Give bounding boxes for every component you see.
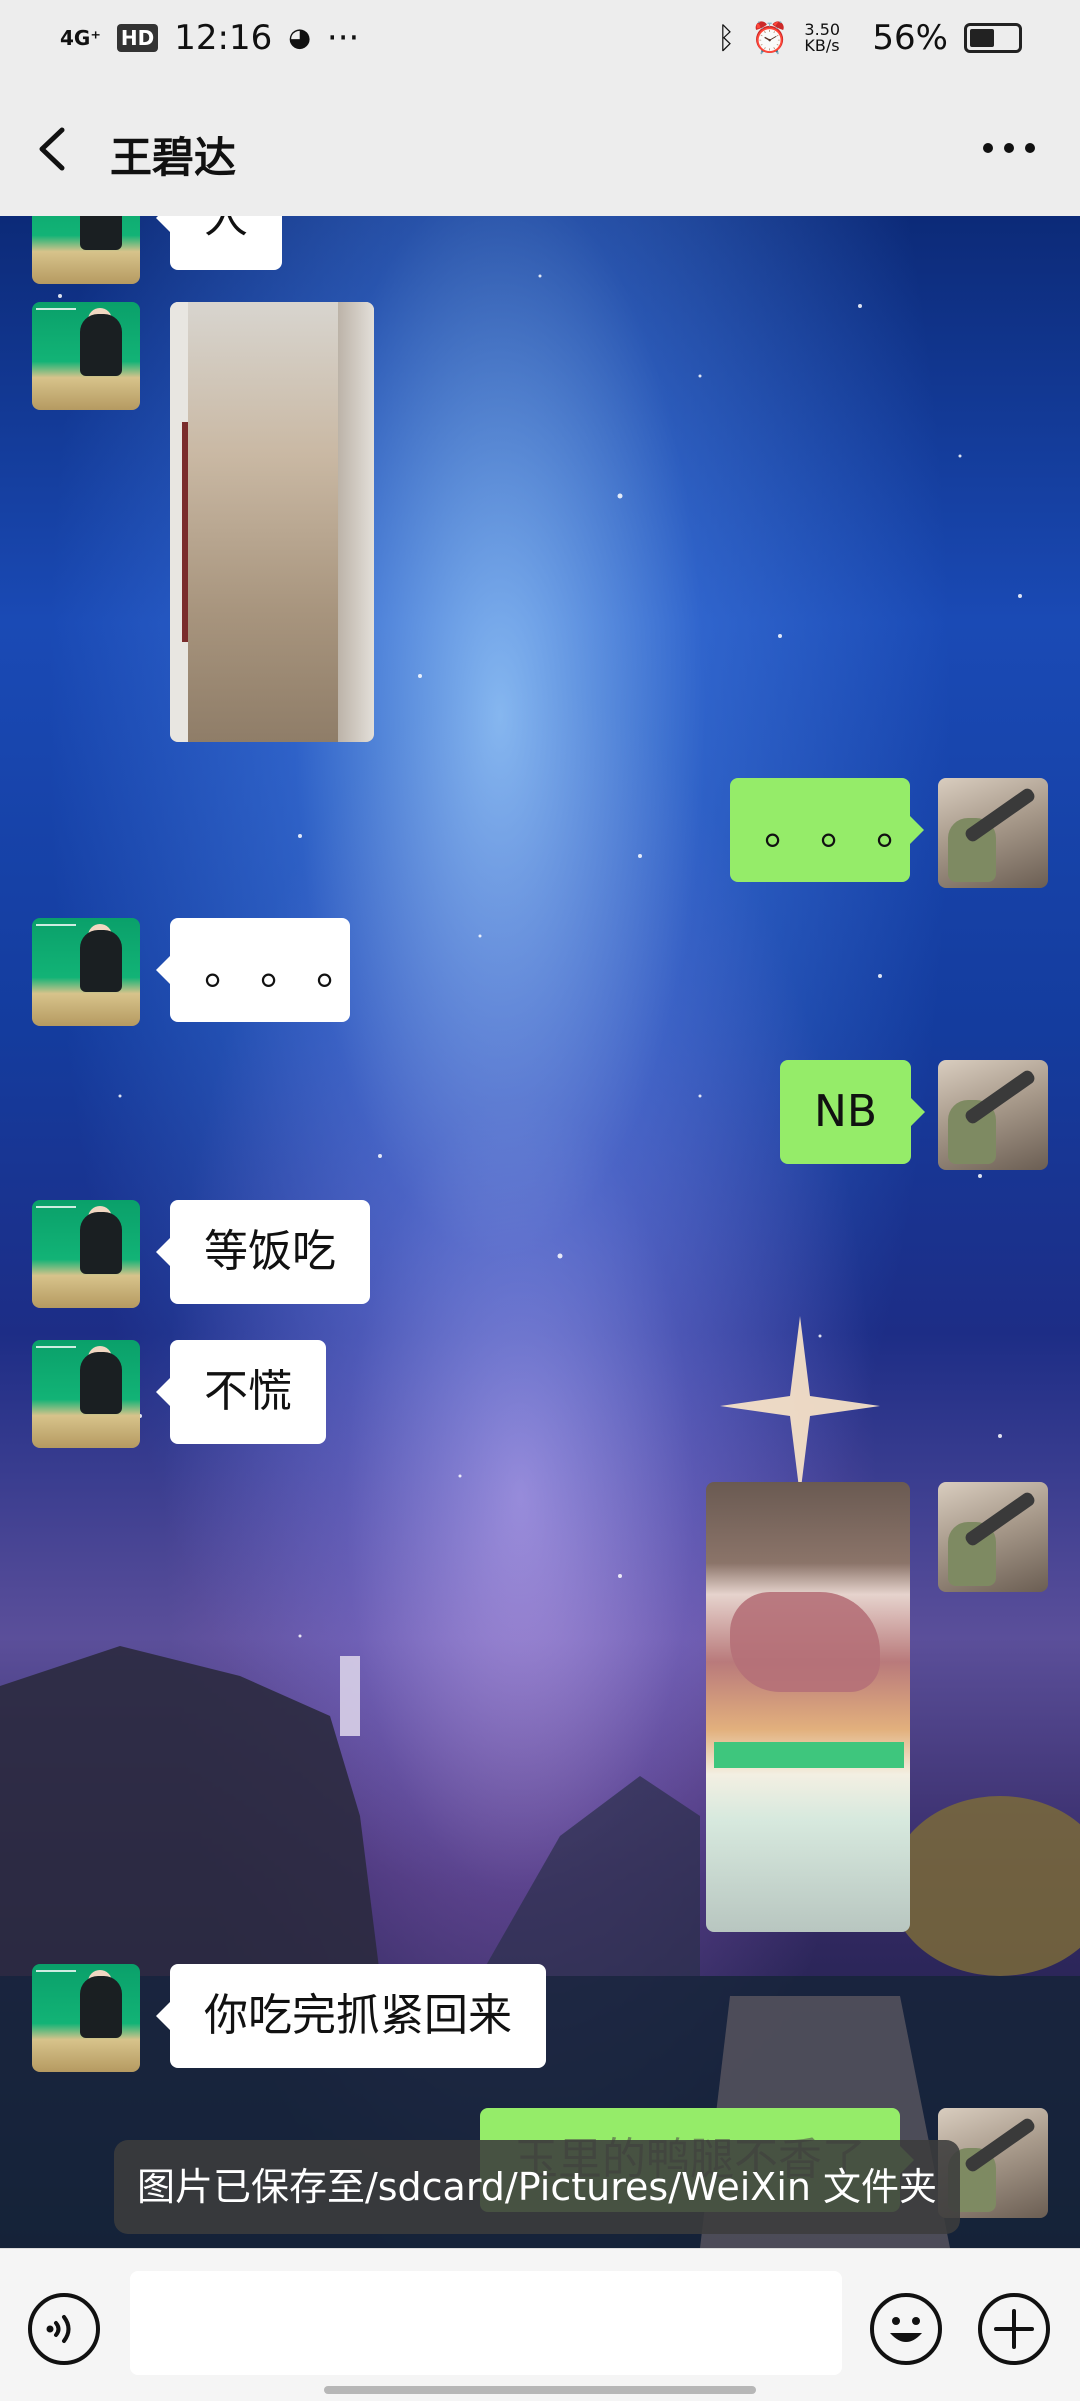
message-bubble-incoming[interactable]: 不慌 <box>156 1340 326 1444</box>
contact-avatar[interactable] <box>32 1964 140 2072</box>
my-avatar[interactable] <box>938 778 1048 888</box>
network-indicator: 4G⁺ <box>60 26 101 50</box>
battery-icon <box>964 23 1022 53</box>
my-avatar[interactable] <box>938 1482 1048 1592</box>
back-chevron-icon[interactable] <box>30 124 80 174</box>
voice-input-icon[interactable] <box>28 2293 100 2365</box>
net-speed: 3.50 KB/s <box>804 20 841 55</box>
message-bubble-incoming[interactable]: 。。。 <box>156 918 360 1022</box>
contact-avatar[interactable] <box>32 1200 140 1308</box>
plus-icon[interactable] <box>978 2293 1050 2365</box>
more-dots-icon[interactable] <box>974 128 1044 168</box>
status-bar: 4G⁺ HD 12:16 ◕ ··· ᛒ ⏰ 3.50 KB/s 56% <box>0 0 1080 86</box>
home-indicator[interactable] <box>324 2386 756 2394</box>
contact-avatar[interactable] <box>32 918 140 1026</box>
alarm-icon: ⏰ <box>751 20 789 56</box>
emoji-icon[interactable] <box>870 2293 942 2365</box>
contact-avatar[interactable] <box>32 216 140 284</box>
message-bubble-incoming[interactable]: 人 <box>156 216 282 270</box>
battery-percent: 56% <box>872 18 948 58</box>
chat-header: 王碧达 <box>0 86 1080 217</box>
my-avatar[interactable] <box>938 1060 1048 1170</box>
contact-avatar[interactable] <box>32 1340 140 1448</box>
message-bubble-incoming[interactable]: 你吃完抓紧回来 <box>156 1964 546 2068</box>
save-toast: 图片已保存至/sdcard/Pictures/WeiXin 文件夹 <box>114 2140 960 2234</box>
message-input[interactable] <box>130 2271 842 2375</box>
background-wallpaper <box>0 274 1080 2248</box>
hallway-photo-message[interactable] <box>170 302 374 742</box>
bluetooth-icon: ᛒ <box>717 20 736 56</box>
fire-icon: ◕ <box>288 23 311 53</box>
input-bar <box>0 2248 1080 2401</box>
chat-title: 王碧达 <box>110 133 237 182</box>
overflow-dots-icon: ··· <box>326 18 360 58</box>
chat-area[interactable]: 人 。。。 。。。 NB 等饭吃 不慌 你吃完抓紧回来 玉 <box>0 216 1080 2248</box>
message-bubble-outgoing[interactable]: NB <box>780 1060 926 1164</box>
message-bubble-outgoing[interactable]: 。。。 <box>730 778 924 882</box>
food-photo-message[interactable] <box>706 1482 910 1932</box>
hd-badge: HD <box>116 24 159 52</box>
contact-avatar[interactable] <box>32 302 140 410</box>
message-bubble-incoming[interactable]: 等饭吃 <box>156 1200 370 1304</box>
status-time: 12:16 <box>174 18 273 58</box>
